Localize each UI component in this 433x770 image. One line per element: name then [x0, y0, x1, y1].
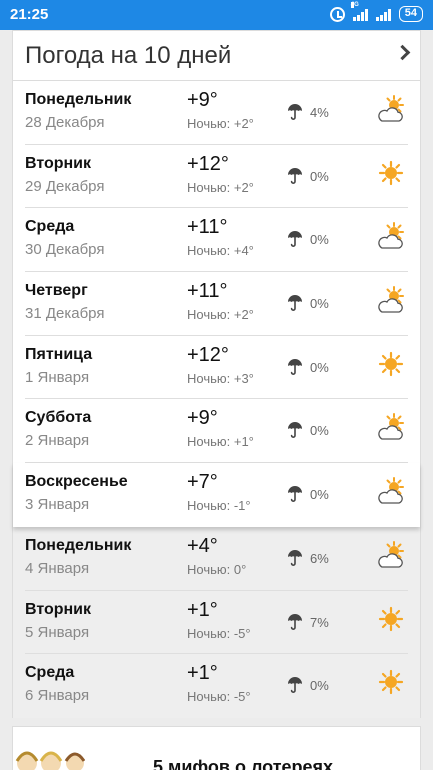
day-name: Суббота [25, 409, 92, 427]
day-temperature: +1° [187, 662, 218, 685]
forecast-list: Понедельник 28 Декабря +9° Ночью: +2° 4%… [13, 81, 420, 718]
forecast-row[interactable]: Среда 6 Января +1° Ночью: -5° 0% [13, 654, 420, 718]
weather-10-day-card: Погода на 10 дней Понедельник 28 Декабря… [12, 30, 421, 718]
precipitation-chance: 0% [310, 487, 329, 503]
signal-icon: 4G [350, 1, 368, 21]
day-temperature: +9° [187, 89, 218, 111]
day-temperature: +1° [187, 598, 218, 621]
day-date: 2 Января [25, 432, 90, 450]
precipitation-chance: 0% [310, 423, 329, 439]
day-name: Четверг [25, 282, 88, 300]
umbrella-icon [288, 549, 302, 566]
day-date: 29 Декабря [25, 177, 105, 195]
umbrella-icon [288, 167, 302, 184]
forecast-row[interactable]: Вторник 5 Января +1° Ночью: -5° 7% [13, 590, 420, 655]
sun-cloud-icon [378, 222, 404, 250]
night-temperature: Ночью: 0° [187, 561, 247, 577]
night-temperature: Ночью: +2° [187, 179, 254, 195]
night-temperature: Ночью: +3° [187, 370, 254, 386]
sun-icon [378, 160, 404, 185]
night-temperature: Ночью: -5° [187, 689, 251, 705]
day-name: Понедельник [25, 536, 132, 554]
sun-cloud-icon [378, 413, 404, 441]
day-name: Среда [25, 664, 75, 682]
forecast-row[interactable]: Понедельник 4 Января +4° Ночью: 0° 6% [13, 526, 420, 591]
day-name: Вторник [25, 154, 92, 172]
day-temperature: +12° [187, 152, 229, 175]
umbrella-icon [288, 422, 302, 439]
precipitation-chance: 4% [310, 105, 329, 120]
alarm-icon [329, 6, 345, 22]
precipitation-chance: 6% [310, 550, 329, 566]
day-temperature: +12° [187, 343, 229, 366]
forecast-row[interactable]: Суббота 2 Января +9° Ночью: +1° 0% [13, 399, 420, 464]
umbrella-icon [288, 104, 302, 120]
card-title: Погода на 10 дней [25, 42, 232, 69]
precipitation-chance: 0% [310, 232, 329, 248]
sun-icon [378, 351, 404, 376]
day-date: 3 Января [25, 496, 90, 514]
ad-title: 5 мифов о лотереях [153, 757, 334, 770]
umbrella-icon [288, 295, 302, 311]
day-name: Воскресенье [25, 473, 128, 491]
day-temperature: +11° [187, 280, 228, 303]
day-date: 31 Декабря [25, 305, 105, 323]
ad-banner[interactable]: 5 мифов о лотереях [12, 726, 421, 770]
day-date: 5 Января [25, 623, 90, 641]
status-bar: 21:25 4G 54 [0, 0, 433, 30]
forecast-row[interactable]: Воскресенье 3 Января +7° Ночью: -1° 0% [13, 463, 420, 527]
night-temperature: Ночью: -5° [187, 625, 251, 641]
day-name: Понедельник [25, 91, 132, 108]
sun-cloud-icon [378, 95, 404, 122]
sun-icon [378, 670, 404, 695]
umbrella-icon [288, 486, 302, 503]
sun-icon [378, 606, 404, 631]
chevron-right-icon[interactable] [394, 44, 411, 61]
day-date: 4 Января [25, 559, 90, 577]
day-temperature: +11° [187, 216, 228, 239]
day-date: 30 Декабря [25, 241, 105, 259]
day-date: 6 Января [25, 687, 90, 705]
night-temperature: Ночью: +2° [187, 116, 254, 131]
network-type: 4G [350, 1, 359, 8]
forecast-row[interactable]: Пятница 1 Января +12° Ночью: +3° 0% [13, 336, 420, 400]
status-icons: 4G 54 [329, 1, 423, 22]
sun-cloud-icon [378, 286, 404, 313]
status-time: 21:25 [10, 6, 49, 23]
day-name: Среда [25, 218, 75, 236]
day-date: 1 Января [25, 368, 90, 386]
umbrella-icon [288, 358, 302, 375]
day-date: 28 Декабря [25, 114, 105, 131]
battery-icon: 54 [398, 6, 423, 22]
forecast-row[interactable]: Понедельник 28 Декабря +9° Ночью: +2° 4% [13, 81, 420, 145]
day-name: Пятница [25, 345, 93, 363]
day-temperature: +9° [187, 407, 218, 430]
precipitation-chance: 7% [310, 614, 329, 630]
umbrella-icon [288, 231, 302, 248]
night-temperature: Ночью: +1° [187, 434, 254, 450]
night-temperature: Ночью: -1° [187, 498, 251, 514]
precipitation-chance: 0% [310, 678, 329, 694]
umbrella-icon [288, 677, 302, 694]
day-name: Вторник [25, 600, 92, 618]
card-header[interactable]: Погода на 10 дней [13, 31, 420, 81]
signal-icon [375, 8, 391, 21]
forecast-row[interactable]: Вторник 29 Декабря +12° Ночью: +2° 0% [13, 145, 420, 209]
sun-cloud-icon [378, 540, 404, 568]
precipitation-chance: 0% [310, 359, 329, 375]
ad-illustration [15, 751, 85, 770]
forecast-row[interactable]: Четверг 31 Декабря +11° Ночью: +2° 0% [13, 272, 420, 336]
day-temperature: +7° [187, 471, 218, 494]
precipitation-chance: 0% [310, 296, 329, 312]
night-temperature: Ночью: +2° [187, 307, 254, 323]
precipitation-chance: 0% [310, 168, 329, 184]
day-temperature: +4° [187, 534, 218, 557]
forecast-row[interactable]: Среда 30 Декабря +11° Ночью: +4° 0% [13, 208, 420, 273]
night-temperature: Ночью: +4° [187, 243, 254, 259]
sun-cloud-icon [378, 477, 404, 504]
umbrella-icon [288, 613, 302, 630]
